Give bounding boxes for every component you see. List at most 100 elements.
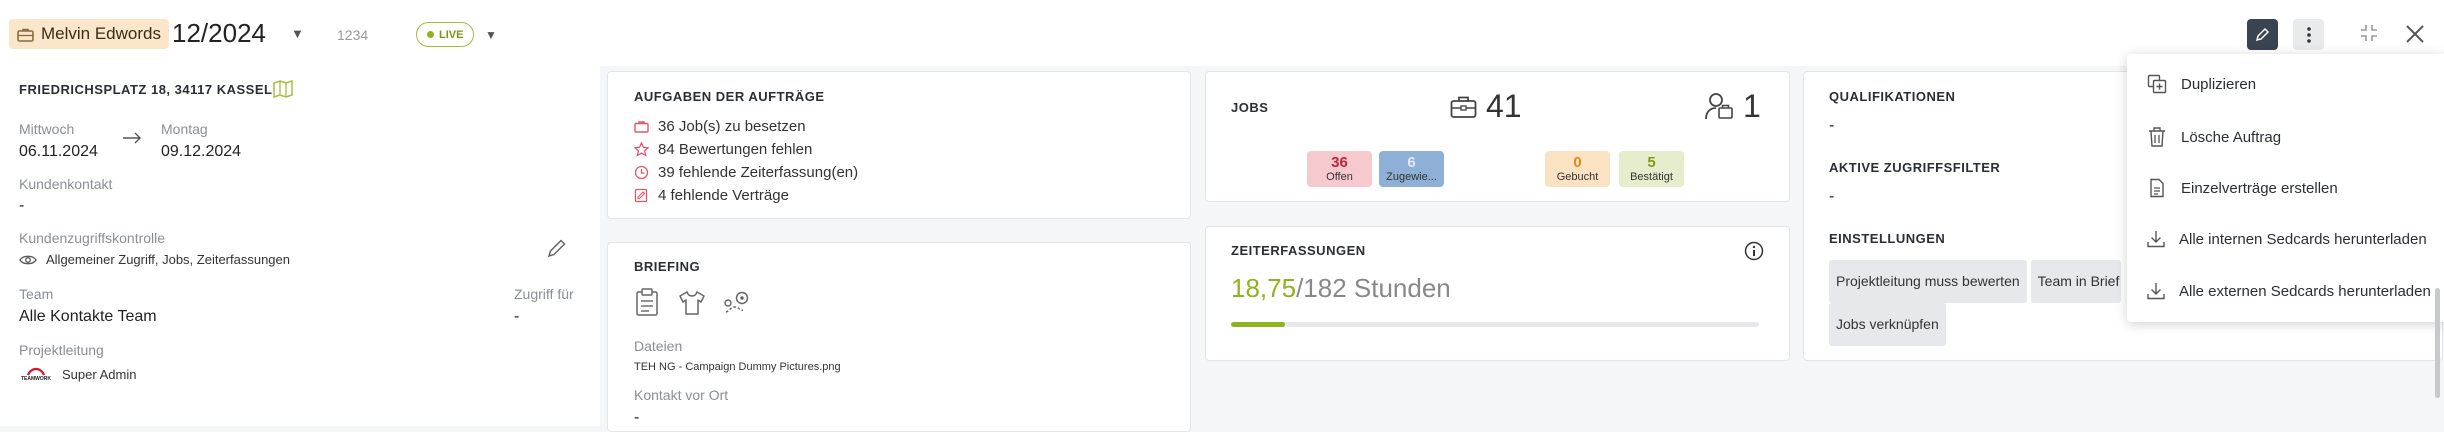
zugriff-value: - <box>514 308 520 325</box>
status-badge[interactable]: LIVE <box>416 22 475 47</box>
briefing-card: BRIEFING Dateien TEH NG - Campaign Dummy… <box>607 242 1191 432</box>
job-stat-label: Bestätigt <box>1630 171 1673 183</box>
jobs-card: JOBS 41 1 36 Offen 6 Zugewie... 0 Gebucht 5 Bes… <box>1205 71 1790 202</box>
clipboard-icon[interactable] <box>635 288 659 316</box>
job-stat-bestätigt[interactable]: 5 Bestätigt <box>1619 151 1684 187</box>
collapse-button[interactable] <box>2355 19 2383 47</box>
pencil-icon <box>2255 27 2270 42</box>
briefcase-icon <box>1450 96 1477 118</box>
briefing-title: BRIEFING <box>634 259 701 274</box>
team-value: Alle Kontakte Team <box>19 308 157 325</box>
task-item[interactable]: 39 fehlende Zeiterfassung(en) <box>634 164 858 181</box>
settings-tag: Jobs verknüpfen <box>1829 303 1946 346</box>
eye-icon <box>19 255 37 264</box>
arrow-right-icon <box>123 132 141 144</box>
time-tracking-card: ZEITERFASSUNGEN 18,75/182 Stunden <box>1205 226 1790 361</box>
job-stat-value: 5 <box>1647 154 1656 171</box>
clock-icon <box>634 165 649 180</box>
download-icon <box>2147 231 2165 248</box>
job-stat-gebucht[interactable]: 0 Gebucht <box>1545 151 1610 187</box>
quals-title: QUALIFIKATIONEN <box>1829 89 1956 104</box>
menu-item-create-contracts[interactable]: Einzelverträge erstellen <box>2147 178 2338 198</box>
end-day: Montag <box>161 121 208 137</box>
staff-count: 1 <box>1743 88 1761 124</box>
staff-icon <box>1705 93 1733 120</box>
vertical-scrollbar[interactable] <box>2435 288 2440 398</box>
edit-button[interactable] <box>2247 19 2278 50</box>
time-total: /182 Stunden <box>1296 273 1451 303</box>
job-stat-value: 36 <box>1331 154 1348 171</box>
projektleitung-row[interactable]: TEAMWORK Super Admin <box>19 365 136 383</box>
zugriff-label: Zugriff für <box>514 286 574 302</box>
job-stat-value: 0 <box>1573 154 1582 171</box>
end-date: 09.12.2024 <box>161 143 242 160</box>
time-summary: 18,75/182 Stunden <box>1231 273 1451 304</box>
close-button[interactable] <box>2400 19 2430 49</box>
settings-tag: Team in Brief <box>2030 260 2122 303</box>
avatar: TEAMWORK <box>19 365 53 383</box>
time-title: ZEITERFASSUNGEN <box>1231 243 1366 258</box>
job-stat-label: Offen <box>1326 171 1353 183</box>
location-route-icon[interactable] <box>723 291 751 315</box>
status-label: LIVE <box>439 28 464 41</box>
settings-tag: Projektleitung muss bewerten <box>1829 260 2027 303</box>
job-stat-label: Gebucht <box>1556 171 1599 183</box>
star-icon <box>634 142 649 157</box>
more-button[interactable] <box>2293 19 2324 50</box>
duplicate-icon <box>2147 74 2167 94</box>
teamwork-logo-icon <box>27 367 45 376</box>
kundenzugriff-row: Allgemeiner Zugriff, Jobs, Zeiterfassung… <box>19 252 290 267</box>
settings-title: EINSTELLUNGEN <box>1829 231 1946 246</box>
time-done: 18,75 <box>1231 273 1297 303</box>
menu-item-duplicate[interactable]: Duplizieren <box>2147 74 2256 94</box>
kundenkontakt-value: - <box>19 197 25 214</box>
client-chip[interactable]: Melvin Edwords <box>9 19 169 49</box>
time-progress-fill <box>1231 322 1286 327</box>
projektleitung-value: Super Admin <box>62 366 137 382</box>
actions-menu: Duplizieren Lösche Auftrag Einzelverträg… <box>2127 54 2444 322</box>
job-stat-value: 6 <box>1407 154 1416 171</box>
projektleitung-label: Projektleitung <box>19 342 104 358</box>
download-icon <box>2147 283 2165 300</box>
kundenkontakt-label: Kundenkontakt <box>19 176 113 192</box>
document-icon <box>2150 178 2164 198</box>
task-item[interactable]: 4 fehlende Verträge <box>634 187 789 204</box>
filter-title: AKTIVE ZUGRIFFSFILTER <box>1829 160 2001 175</box>
briefcase-icon <box>17 28 34 42</box>
map-icon[interactable] <box>273 80 293 98</box>
task-item[interactable]: 84 Bewertungen fehlen <box>634 141 812 158</box>
tasks-card: AUFGABEN DER AUFTRÄGE 36 Job(s) zu beset… <box>607 71 1191 219</box>
jobs-total: 41 <box>1486 88 1522 124</box>
menu-item-download-external[interactable]: Alle externen Sedcards herunterladen <box>2147 282 2431 300</box>
kebab-icon <box>2306 26 2311 43</box>
kundenzugriff-value: Allgemeiner Zugriff, Jobs, Zeiterfassung… <box>46 252 290 267</box>
shirt-icon[interactable] <box>678 290 706 316</box>
collapse-icon <box>2361 25 2377 41</box>
top-bar: Melvin Edwords 12/2024 ▼ 1234 LIVE ▼ <box>0 0 2444 66</box>
address: FRIEDRICHSPLATZ 18, 34117 KASSEL <box>19 82 273 97</box>
period-select[interactable]: 12/2024 <box>172 18 266 49</box>
contact-value: - <box>634 409 640 426</box>
contact-label: Kontakt vor Ort <box>634 387 729 403</box>
files-label: Dateien <box>634 338 683 354</box>
status-dot-icon <box>427 31 434 38</box>
chevron-down-icon[interactable]: ▼ <box>291 26 304 41</box>
menu-item-delete[interactable]: Lösche Auftrag <box>2147 126 2281 148</box>
job-stat-label: Zugewie... <box>1386 171 1437 183</box>
job-stat-offen[interactable]: 36 Offen <box>1307 151 1372 187</box>
briefcase-icon <box>634 121 649 133</box>
pencil-icon[interactable] <box>547 238 567 258</box>
close-icon <box>2406 25 2424 43</box>
order-details-panel: FRIEDRICHSPLATZ 18, 34117 KASSEL Mittwoc… <box>0 66 600 426</box>
chevron-down-icon[interactable]: ▼ <box>485 28 497 42</box>
file-link[interactable]: TEH NG - Campaign Dummy Pictures.png <box>634 361 841 373</box>
client-name: Melvin Edwords <box>41 24 161 43</box>
menu-item-download-internal[interactable]: Alle internen Sedcards herunterladen <box>2147 230 2427 248</box>
job-stat-zugewie[interactable]: 6 Zugewie... <box>1379 151 1444 187</box>
job-id: 1234 <box>337 27 369 43</box>
filter-value: - <box>1829 188 1835 205</box>
info-icon[interactable] <box>1744 241 1764 261</box>
trash-icon <box>2149 127 2165 147</box>
task-item[interactable]: 36 Job(s) zu besetzen <box>634 118 806 135</box>
team-label: Team <box>19 286 54 302</box>
